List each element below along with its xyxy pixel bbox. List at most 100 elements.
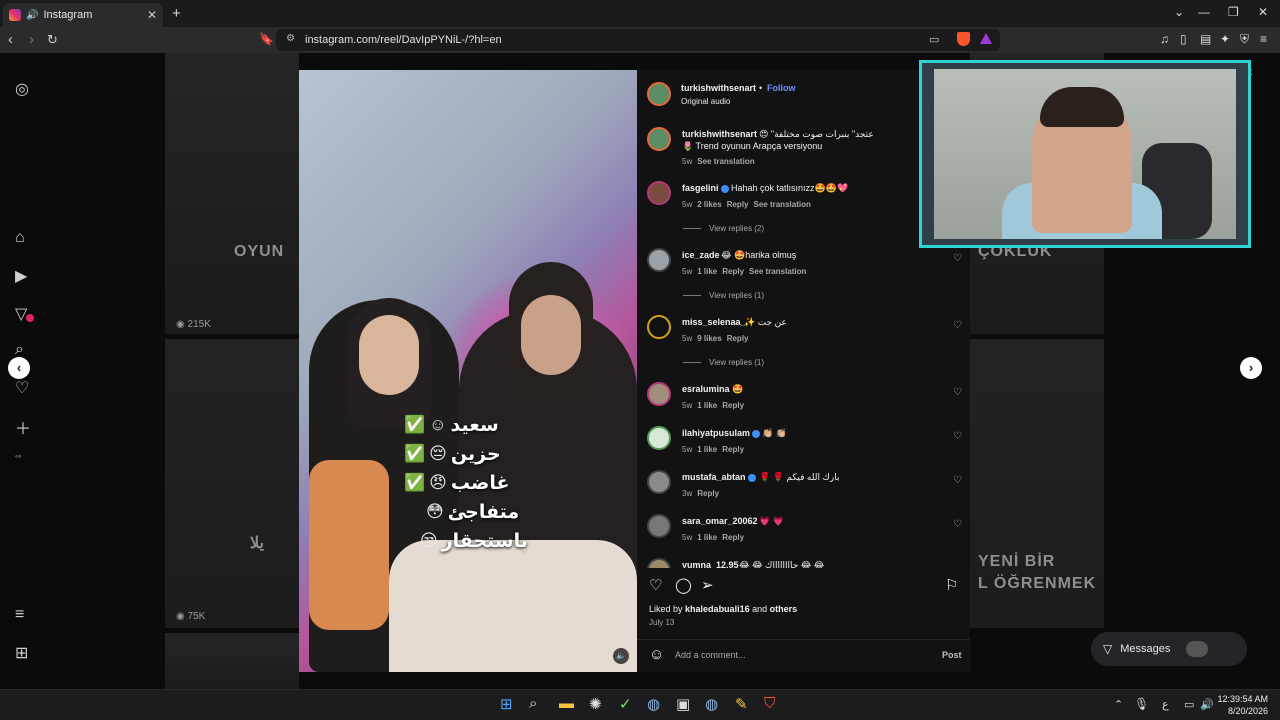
comment-username[interactable]: fasgelini bbox=[682, 183, 719, 193]
author-avatar[interactable] bbox=[647, 82, 671, 106]
system-clock[interactable]: 12:39:54 AM 8/20/2026 bbox=[1216, 693, 1268, 717]
brave-rewards-icon[interactable] bbox=[980, 33, 992, 44]
commenter-avatar[interactable] bbox=[647, 181, 671, 205]
menu-icon[interactable]: ≡ bbox=[15, 606, 24, 624]
file-explorer-icon[interactable]: ▬ bbox=[559, 695, 574, 712]
brave-shields-icon[interactable] bbox=[957, 32, 970, 46]
commenter-avatar[interactable] bbox=[647, 315, 671, 339]
post-comment-button[interactable]: Post bbox=[942, 650, 962, 660]
browser-menu-icon[interactable]: ≡ bbox=[1260, 32, 1267, 46]
brave-browser-icon[interactable]: ⛉ bbox=[764, 695, 775, 712]
comment-likes[interactable]: 2 likes bbox=[697, 200, 721, 209]
commenter-avatar[interactable] bbox=[647, 514, 671, 538]
tab-close-icon[interactable]: ✕ bbox=[147, 8, 157, 22]
bookmark-icon[interactable]: 🔖 bbox=[259, 32, 274, 46]
browser-tab-instagram[interactable]: 🔊 Instagram ✕ bbox=[3, 3, 163, 27]
comment-likes[interactable]: 9 likes bbox=[697, 334, 721, 343]
bg-reel-tile[interactable] bbox=[165, 53, 299, 334]
emoji-picker-icon[interactable]: ☺ bbox=[649, 646, 664, 663]
messages-button[interactable]: ▽ Messages bbox=[1091, 632, 1247, 666]
audio-label[interactable]: Original audio bbox=[681, 97, 730, 106]
reel-video[interactable]: ✅ ☺ سعيد ✅ 😔 حزين ✅ 😠 غاضب 😳 متفاجئ 😒 با… bbox=[299, 70, 637, 672]
home-icon[interactable]: ⌂ bbox=[15, 229, 25, 247]
pencil-app-icon[interactable]: ✎ bbox=[735, 695, 748, 713]
comment-user[interactable]: mustafa_abtan bbox=[682, 472, 756, 482]
comment-user[interactable]: fasgelini bbox=[682, 183, 729, 193]
comment-input[interactable]: Add a comment... bbox=[675, 650, 746, 660]
comment-username[interactable]: sara_omar_20062 bbox=[682, 516, 758, 526]
instagram-logo-icon[interactable]: ◎ bbox=[15, 79, 29, 99]
direct-icon[interactable]: ▽ bbox=[15, 304, 27, 324]
reply-link[interactable]: Reply bbox=[722, 445, 744, 454]
see-translation-link[interactable]: See translation bbox=[754, 200, 811, 209]
cast-icon[interactable]: ▭ bbox=[929, 33, 939, 46]
commenter-avatar[interactable] bbox=[647, 382, 671, 406]
comment-icon[interactable]: ◯ bbox=[675, 576, 692, 594]
close-window-button[interactable]: ✕ bbox=[1258, 5, 1268, 19]
steam-app-icon[interactable]: ◍ bbox=[705, 695, 718, 713]
caption-username[interactable]: turkishwithsenart bbox=[682, 129, 757, 139]
new-tab-button[interactable]: + bbox=[172, 5, 181, 22]
liked-by-user[interactable]: khaledabuali16 bbox=[685, 604, 750, 614]
minimize-button[interactable]: — bbox=[1198, 5, 1210, 19]
site-info-icon[interactable]: ⚙ bbox=[286, 33, 295, 44]
apps-icon[interactable]: ⊞ bbox=[15, 643, 28, 663]
share-icon[interactable]: ➢ bbox=[701, 576, 714, 594]
reels-icon[interactable]: ▶ bbox=[15, 266, 27, 286]
back-icon[interactable]: ‹ bbox=[8, 31, 13, 48]
windows-start-icon[interactable]: ⊞ bbox=[500, 695, 513, 713]
steam-icon[interactable]: ◍ bbox=[647, 695, 660, 713]
see-translation-link[interactable]: See translation bbox=[749, 267, 806, 276]
create-icon[interactable]: ＋ bbox=[15, 415, 31, 439]
comment-username[interactable]: mustafa_abtan bbox=[682, 472, 746, 482]
volume-icon[interactable]: 🔊 bbox=[1200, 698, 1214, 711]
comment-user[interactable]: ilahiyatpusulam bbox=[682, 428, 761, 438]
reply-link[interactable]: Reply bbox=[722, 267, 744, 276]
author-avatar[interactable] bbox=[647, 127, 671, 151]
view-replies-button[interactable]: View replies (2) bbox=[683, 224, 764, 233]
reply-link[interactable]: Reply bbox=[722, 533, 744, 542]
comment-username[interactable]: esralumina bbox=[682, 384, 730, 394]
profile-icon[interactable]: ◦◦ bbox=[15, 451, 21, 461]
bg-reel-tile[interactable] bbox=[165, 339, 299, 628]
leo-ai-icon[interactable]: ✦ bbox=[1220, 32, 1230, 46]
comment-username[interactable]: miss_selenaa_ bbox=[682, 317, 746, 327]
input-language[interactable]: ع bbox=[1162, 698, 1169, 711]
taskbar-search-icon[interactable]: ⌕ bbox=[529, 695, 537, 712]
like-comment-heart-icon[interactable]: ♡ bbox=[953, 519, 962, 530]
like-comment-heart-icon[interactable]: ♡ bbox=[953, 253, 962, 264]
vpn-icon[interactable]: ⛨ bbox=[1240, 32, 1249, 47]
reply-link[interactable]: Reply bbox=[727, 334, 749, 343]
tray-expand-icon[interactable]: ⌃ bbox=[1114, 698, 1123, 711]
bg-reel-tile[interactable] bbox=[165, 633, 299, 689]
like-comment-heart-icon[interactable]: ♡ bbox=[953, 387, 962, 398]
next-reel-button[interactable]: › bbox=[1240, 357, 1262, 379]
commenter-avatar[interactable] bbox=[647, 470, 671, 494]
reload-icon[interactable]: ↻ bbox=[47, 32, 58, 48]
comment-likes[interactable]: 1 like bbox=[697, 267, 717, 276]
sidebar-toggle-icon[interactable]: ▯ bbox=[1180, 32, 1187, 46]
comment-likes[interactable]: 1 like bbox=[697, 445, 717, 454]
wallet-icon[interactable]: ▤ bbox=[1200, 32, 1211, 46]
url-text[interactable]: instagram.com/reel/DavIpPYNiL-/?hl=en bbox=[305, 34, 502, 46]
heart-icon[interactable]: ♡ bbox=[15, 378, 29, 398]
like-heart-icon[interactable]: ♡ bbox=[649, 576, 662, 594]
author-username[interactable]: turkishwithsenart bbox=[681, 83, 756, 93]
view-replies-button[interactable]: View replies (1) bbox=[683, 358, 764, 367]
like-comment-heart-icon[interactable]: ♡ bbox=[953, 431, 962, 442]
follow-button[interactable]: Follow bbox=[767, 83, 796, 93]
comment-likes[interactable]: 1 like bbox=[697, 533, 717, 542]
mute-toggle-icon[interactable]: 🔈 bbox=[613, 648, 629, 664]
media-icon[interactable]: ♫ bbox=[1160, 32, 1169, 46]
reply-link[interactable]: Reply bbox=[722, 401, 744, 410]
comment-username[interactable]: ilahiyatpusulam bbox=[682, 428, 750, 438]
reply-link[interactable]: Reply bbox=[727, 200, 749, 209]
nvidia-icon[interactable]: ✓ bbox=[619, 695, 632, 713]
reply-link[interactable]: Reply bbox=[697, 489, 719, 498]
like-comment-heart-icon[interactable]: ♡ bbox=[953, 320, 962, 331]
network-icon[interactable]: ▭ bbox=[1184, 698, 1194, 711]
microphone-icon[interactable]: 🎙 bbox=[1134, 697, 1149, 711]
liked-by-others[interactable]: others bbox=[770, 604, 798, 614]
maximize-button[interactable]: ❐ bbox=[1228, 5, 1239, 19]
commenter-avatar[interactable] bbox=[647, 426, 671, 450]
